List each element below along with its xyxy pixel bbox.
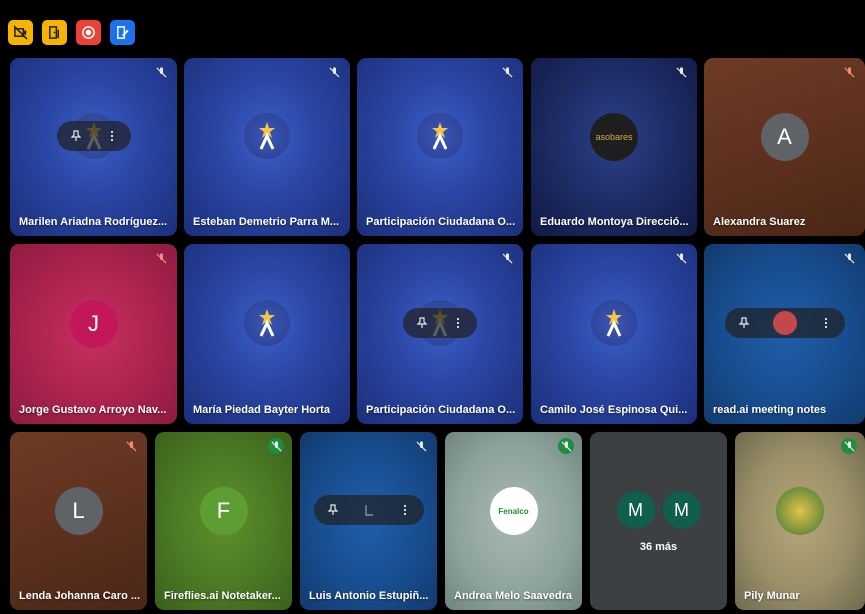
frame-icon [362, 503, 376, 517]
participant-name: Participación Ciudadana O... [366, 404, 516, 416]
hide-video-icon [13, 25, 28, 40]
mic-off-icon [268, 438, 284, 454]
organization-logo [591, 300, 637, 346]
hide-self-view-button[interactable] [8, 20, 33, 45]
initial-avatar: L [54, 487, 103, 535]
participant-tile[interactable]: Participación Ciudadana O... [357, 58, 523, 236]
mic-off-icon [499, 250, 515, 266]
participant-tile[interactable]: J Jorge Gustavo Arroyo Nav... [10, 244, 177, 424]
tile-hover-controls [403, 308, 477, 338]
participant-tile[interactable]: Marilen Ariadna Rodríguez... [10, 58, 177, 236]
participant-tile[interactable]: Pily Munar [735, 432, 865, 610]
record-icon [82, 26, 95, 39]
participant-name: Jorge Gustavo Arroyo Nav... [19, 404, 167, 416]
participant-name: Participación Ciudadana O... [366, 216, 516, 228]
top-toolbar [8, 20, 135, 48]
participant-tile[interactable]: asobares Eduardo Montoya Direcció... [531, 58, 697, 236]
participant-name: Eduardo Montoya Direcció... [540, 216, 689, 228]
record-button[interactable] [76, 20, 101, 45]
more-options-icon[interactable] [105, 129, 119, 143]
organization-logo [244, 113, 290, 159]
edit-document-icon [117, 26, 129, 39]
leave-panel-button[interactable] [42, 20, 67, 45]
profile-photo-avatar [776, 487, 824, 535]
participant-tile[interactable]: Esteban Demetrio Parra M... [184, 58, 350, 236]
company-logo-avatar: Fenalco [489, 487, 538, 535]
mic-off-icon [326, 64, 342, 80]
participant-name: Luis Antonio Estupiñ... [309, 590, 429, 602]
mic-off-icon [558, 438, 574, 454]
mic-off-icon [673, 64, 689, 80]
mic-off-icon [123, 438, 139, 454]
initial-avatar: M [614, 489, 657, 531]
mic-off-icon [841, 64, 857, 80]
tile-hover-controls [724, 308, 845, 338]
more-options-icon[interactable] [451, 316, 465, 330]
more-participants-tile[interactable]: M M 36 más [590, 432, 727, 610]
participant-tile[interactable]: Participación Ciudadana O... [357, 244, 523, 424]
participant-tile[interactable]: F Fireflies.ai Notetaker... [155, 432, 292, 610]
pin-icon[interactable] [326, 503, 340, 517]
initial-avatar: J [69, 300, 118, 348]
initial-avatar: M [660, 489, 703, 531]
pin-icon[interactable] [737, 316, 751, 330]
participant-name: María Piedad Bayter Horta [193, 404, 330, 416]
tile-hover-controls [56, 121, 131, 151]
participant-tile[interactable]: A Alexandra Suarez [704, 58, 865, 236]
mic-off-icon [499, 64, 515, 80]
participant-name: Lenda Johanna Caro ... [19, 590, 141, 602]
mic-off-icon [841, 438, 857, 454]
participant-tile[interactable]: María Piedad Bayter Horta [184, 244, 350, 424]
mic-off-icon [153, 64, 169, 80]
participant-name: Pily Munar [744, 590, 800, 602]
participant-tile[interactable]: read.ai meeting notes [704, 244, 865, 424]
mic-off-icon [153, 250, 169, 266]
participant-name: Alexandra Suarez [713, 216, 806, 228]
participant-name: Esteban Demetrio Parra M... [193, 216, 340, 228]
initial-avatar: A [760, 113, 809, 161]
organization-logo [417, 113, 463, 159]
mic-off-icon [841, 250, 857, 266]
participant-name: Fireflies.ai Notetaker... [164, 590, 281, 602]
tile-hover-controls [313, 495, 424, 525]
more-count-label: 36 más [639, 541, 678, 553]
initial-avatar: F [199, 487, 248, 535]
door-icon [49, 26, 59, 39]
participant-name: Camilo José Espinosa Qui... [540, 404, 688, 416]
participant-name: Marilen Ariadna Rodríguez... [19, 216, 168, 228]
organization-logo [244, 300, 290, 346]
pin-icon[interactable] [69, 129, 83, 143]
pin-icon[interactable] [415, 316, 429, 330]
participant-tile[interactable]: Fenalco Andrea Melo Saavedra [445, 432, 582, 610]
more-options-icon[interactable] [398, 503, 412, 517]
company-logo-avatar: asobares [590, 113, 638, 161]
participant-tile[interactable]: Luis Antonio Estupiñ... [300, 432, 437, 610]
avatar [772, 311, 797, 335]
participant-name: Andrea Melo Saavedra [454, 590, 572, 602]
participant-tile[interactable]: L Lenda Johanna Caro ... [10, 432, 147, 610]
mic-off-icon [673, 250, 689, 266]
edit-notes-button[interactable] [110, 20, 135, 45]
more-options-icon[interactable] [819, 316, 833, 330]
participant-tile[interactable]: Camilo José Espinosa Qui... [531, 244, 697, 424]
mic-off-icon [413, 438, 429, 454]
participant-name: read.ai meeting notes [713, 404, 827, 416]
more-participants: M M 36 más [614, 489, 703, 553]
